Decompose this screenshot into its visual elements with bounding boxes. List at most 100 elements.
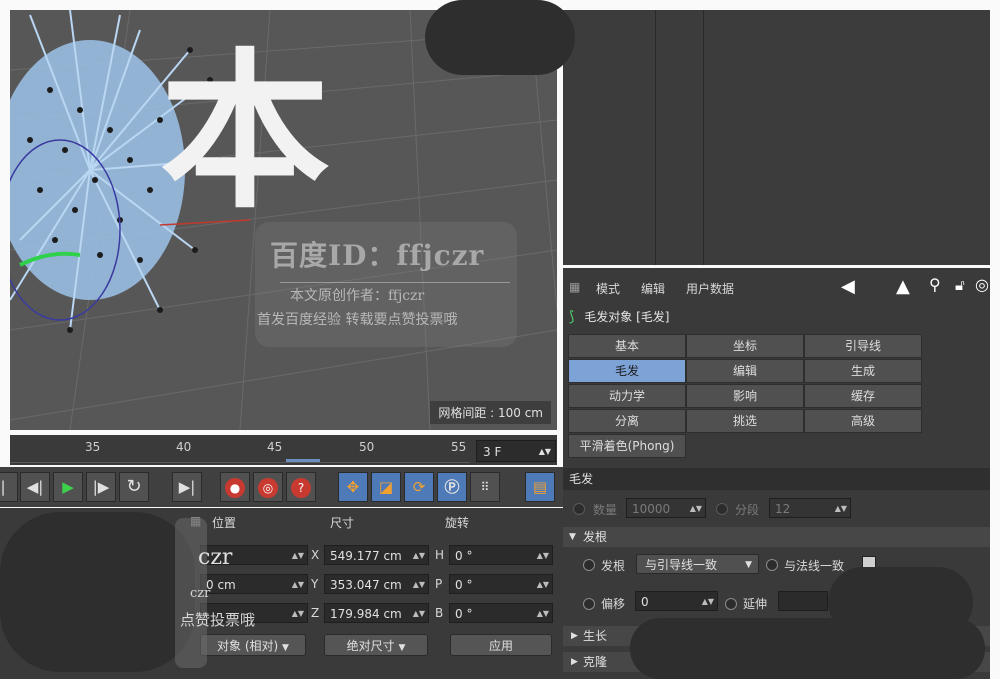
rotation-h-field[interactable]: 0 ° ▲▼ xyxy=(449,545,553,565)
loop-icon[interactable]: ↻ xyxy=(119,472,149,502)
watermark-partial-slogan: 点赞投票哦 xyxy=(180,611,256,629)
tab-coords[interactable]: 坐标 xyxy=(686,334,804,358)
param-key-icon[interactable]: Ⓟ xyxy=(437,472,467,502)
watermark-author: 本文原创作者：ffjczr xyxy=(290,288,425,304)
expand-down-icon[interactable]: ▼ xyxy=(569,527,576,547)
apply-button[interactable]: 应用 xyxy=(450,634,552,656)
next-key-icon[interactable]: |▶ xyxy=(86,472,116,502)
spinner-icon[interactable]: ▲▼ xyxy=(413,575,425,595)
play-icon[interactable]: ▶ xyxy=(53,472,83,502)
count-radio[interactable] xyxy=(573,503,585,515)
spinner-icon[interactable]: ▲▼ xyxy=(413,604,425,624)
redaction-blob xyxy=(0,512,195,672)
scale-key-icon[interactable]: ◪ xyxy=(371,472,401,502)
rotation-p-value: 0 ° xyxy=(455,578,473,592)
spinner-icon[interactable]: ▲▼ xyxy=(292,604,304,624)
key-help-icon[interactable]: ? xyxy=(286,472,316,502)
coord-mode-dropdown[interactable]: 对象 (相对) ▼ xyxy=(200,634,306,656)
new-panel-icon[interactable]: ◎ xyxy=(975,275,989,294)
expand-right-icon[interactable]: ▶ xyxy=(571,652,578,672)
expand-right-icon[interactable]: ▶ xyxy=(571,626,578,646)
rot-axis-b: B xyxy=(435,606,444,620)
tab-dynamics[interactable]: 动力学 xyxy=(568,384,686,408)
tab-guides[interactable]: 引导线 xyxy=(804,334,922,358)
spinner-icon[interactable]: ▲▼ xyxy=(537,604,549,624)
extend-field[interactable] xyxy=(778,591,828,611)
search-icon[interactable]: ⚲ xyxy=(929,275,941,294)
size-x-field[interactable]: 549.177 cm ▲▼ xyxy=(324,545,429,565)
move-key-icon[interactable]: ✥ xyxy=(338,472,368,502)
tab-select[interactable]: 挑选 xyxy=(686,409,804,433)
count-label: 数量 xyxy=(593,503,618,517)
timeline-tick: 50 xyxy=(359,440,375,454)
offset-radio[interactable] xyxy=(583,598,595,610)
spinner-icon[interactable]: ▲▼ xyxy=(537,575,549,595)
menu-mode[interactable]: 模式 xyxy=(596,280,620,297)
timeline-tick: 40 xyxy=(176,440,192,454)
segments-radio[interactable] xyxy=(716,503,728,515)
lock-icon[interactable]: 🔓︎ xyxy=(955,276,965,294)
go-start-icon[interactable]: | xyxy=(0,472,18,502)
tab-generate[interactable]: 生成 xyxy=(804,359,922,383)
auto-key-icon[interactable]: ◎ xyxy=(253,472,283,502)
prev-key-icon[interactable]: ◀| xyxy=(20,472,50,502)
normal-radio[interactable] xyxy=(766,559,778,571)
size-axis-x: X xyxy=(311,548,320,562)
root-mode-dropdown[interactable]: 与引导线一致 ▼ xyxy=(636,554,759,574)
rotation-b-field[interactable]: 0 ° ▲▼ xyxy=(449,603,553,623)
tab-basic[interactable]: 基本 xyxy=(568,334,686,358)
rotation-p-field[interactable]: 0 ° ▲▼ xyxy=(449,574,553,594)
spinner-icon[interactable]: ▲▼ xyxy=(292,546,304,566)
film-strip-icon[interactable]: ▤ xyxy=(525,472,555,502)
spinner-icon[interactable]: ▲▼ xyxy=(835,499,847,519)
size-axis-z: Z xyxy=(311,606,320,620)
timeline-tick: 55 xyxy=(451,440,467,454)
position-y-field[interactable]: 0 cm ▲▼ xyxy=(200,574,308,594)
menu-edit[interactable]: 编辑 xyxy=(641,280,665,297)
tab-cache[interactable]: 缓存 xyxy=(804,384,922,408)
tab-hair[interactable]: 毛发 xyxy=(568,359,686,383)
column-divider xyxy=(655,10,656,265)
spinner-icon[interactable]: ▲▼ xyxy=(690,499,702,519)
tab-advanced[interactable]: 高级 xyxy=(804,409,922,433)
object-manager-panel[interactable] xyxy=(563,10,990,265)
count-field[interactable]: 10000 ▲▼ xyxy=(626,498,706,518)
chevron-down-icon: ▼ xyxy=(745,560,752,570)
tab-influence[interactable]: 影响 xyxy=(686,384,804,408)
segments-field[interactable]: 12 ▲▼ xyxy=(769,498,851,518)
record-key-icon[interactable]: ● xyxy=(220,472,250,502)
size-mode-dropdown[interactable]: 绝对尺寸 ▼ xyxy=(324,634,428,656)
grid-spacing-label: 网格间距 : 100 cm xyxy=(430,401,551,424)
tab-edit[interactable]: 编辑 xyxy=(686,359,804,383)
normal-label: 与法线一致 xyxy=(784,559,845,573)
size-y-field[interactable]: 353.047 cm ▲▼ xyxy=(324,574,429,594)
go-end-icon[interactable]: ▶| xyxy=(172,472,202,502)
current-frame-field[interactable]: 3 F ▲▼ xyxy=(476,440,556,462)
spinner-icon[interactable]: ▲▼ xyxy=(292,575,304,595)
size-z-field[interactable]: 179.984 cm ▲▼ xyxy=(324,603,429,623)
tab-phong[interactable]: 平滑着色(Phong) xyxy=(568,434,686,458)
root-subheader[interactable]: ▼ 发根 xyxy=(563,527,990,547)
point-level-icon[interactable]: ⠿ xyxy=(470,472,500,502)
spinner-icon[interactable]: ▲▼ xyxy=(537,546,549,566)
spinner-icon[interactable]: ▲▼ xyxy=(702,592,714,612)
coords-header-size: 尺寸 xyxy=(330,516,355,530)
coord-mode-value: 对象 (相对) xyxy=(217,639,279,653)
rotate-key-icon[interactable]: ⟳ xyxy=(404,472,434,502)
spinner-icon[interactable]: ▲▼ xyxy=(539,441,551,463)
extend-radio[interactable] xyxy=(725,598,737,610)
cursor-up-icon[interactable]: ▲ xyxy=(896,276,910,297)
rotation-b-value: 0 ° xyxy=(455,607,473,621)
spinner-icon[interactable]: ▲▼ xyxy=(413,546,425,566)
hair-object-icon: ⟆ xyxy=(569,309,575,325)
offset-field[interactable]: 0 ▲▼ xyxy=(635,591,718,611)
root-radio[interactable] xyxy=(583,559,595,571)
size-mode-value: 绝对尺寸 xyxy=(346,639,395,653)
coords-header-position: 位置 xyxy=(212,516,237,530)
rotation-h-value: 0 ° xyxy=(455,549,473,563)
timeline-ruler[interactable]: 35 40 45 50 55 xyxy=(10,435,557,465)
menu-user-data[interactable]: 用户数据 xyxy=(686,280,734,297)
grip-icon: ▦ xyxy=(569,280,581,294)
tab-detach[interactable]: 分离 xyxy=(568,409,686,433)
back-arrow-icon[interactable]: ◀ xyxy=(841,276,855,297)
